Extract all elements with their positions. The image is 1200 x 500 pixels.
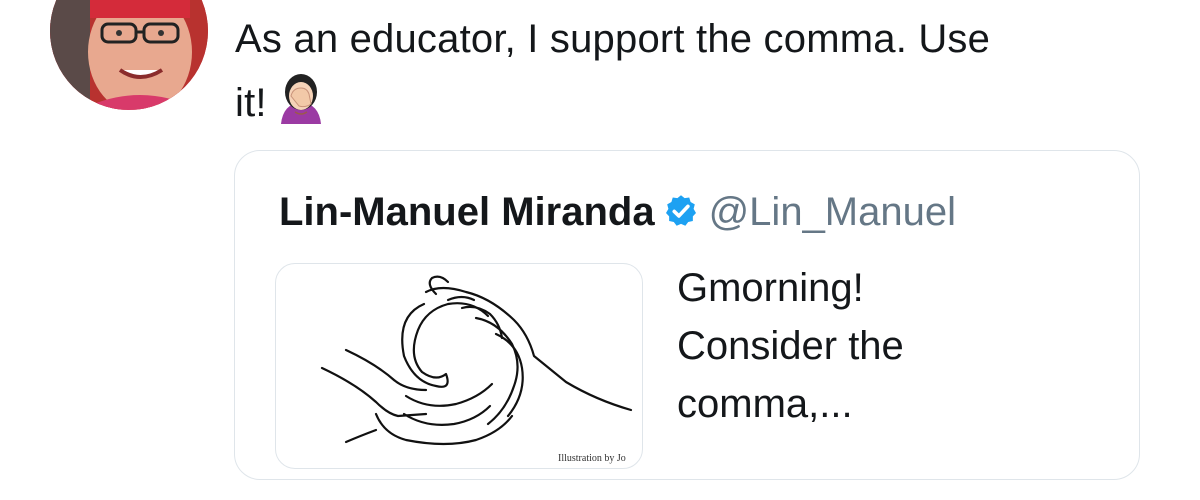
quoted-tweet-text-line: Gmorning! xyxy=(677,266,864,310)
tweet-text: As an educator, I support the comma. Use… xyxy=(235,10,1165,132)
quoted-tweet-text-line: comma,... xyxy=(677,382,853,426)
user-avatar[interactable] xyxy=(50,0,208,110)
quoted-tweet-text: Gmorning! Consider the comma,... xyxy=(677,259,1117,433)
tweet-text-line: As an educator, I support the comma. Use xyxy=(235,17,991,61)
tweet-text-fragment: it! xyxy=(235,81,267,125)
tweet-text-line: it! xyxy=(235,68,1165,132)
quoted-author-handle[interactable]: @Lin_Manuel xyxy=(709,190,956,234)
avatar-photo-icon xyxy=(50,0,208,110)
verified-badge-icon xyxy=(665,195,696,226)
hands-holding-comma-illustration-icon xyxy=(320,275,633,446)
quoted-author-name[interactable]: Lin-Manuel Miranda xyxy=(279,190,655,234)
media-credit: Illustration by Jo xyxy=(558,453,626,464)
quoted-tweet-media[interactable]: Illustration by Jo xyxy=(275,263,643,469)
face-palm-emoji-icon xyxy=(280,74,321,124)
tweet: As an educator, I support the comma. Use… xyxy=(0,0,1200,500)
quoted-tweet-header: Lin-Manuel Miranda @Lin_Manuel xyxy=(279,187,956,237)
quoted-tweet-card[interactable]: Lin-Manuel Miranda @Lin_Manuel Illustrat… xyxy=(234,150,1140,480)
quoted-tweet-text-line: Consider the xyxy=(677,324,904,368)
